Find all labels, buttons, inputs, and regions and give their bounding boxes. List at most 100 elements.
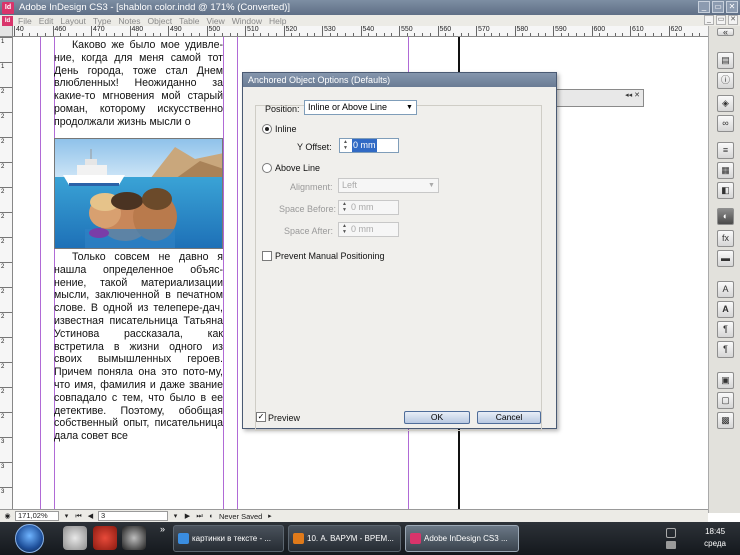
y-offset-value: 0 mm bbox=[352, 139, 377, 152]
horizontal-ruler[interactable]: 40 460 470 480 490 500 510 520 530 540 550 560 570 58… bbox=[13, 26, 708, 37]
ruler-origin[interactable] bbox=[0, 26, 13, 37]
ruler-major-tick bbox=[0, 187, 12, 188]
window-title-bar[interactable]: Id Adobe InDesign CS3 - [shablon color.i… bbox=[0, 0, 740, 15]
dialog-title[interactable]: Anchored Object Options (Defaults) bbox=[243, 73, 556, 87]
maximize-button[interactable]: ▭ bbox=[712, 1, 724, 13]
text-frame-bottom[interactable]: Только совсем не давно я нашла определен… bbox=[54, 251, 223, 443]
quicklaunch-power-icon[interactable] bbox=[93, 526, 117, 550]
last-page-icon[interactable]: ⏭ bbox=[195, 512, 204, 521]
space-before-label: Space Before: bbox=[279, 204, 337, 214]
zoom-field[interactable]: 171,02% bbox=[15, 511, 59, 521]
ruler-label: 2 bbox=[1, 114, 5, 120]
start-button[interactable] bbox=[15, 524, 44, 553]
body-paragraph: Только совсем не давно я нашла определен… bbox=[54, 251, 223, 443]
volume-icon[interactable] bbox=[666, 541, 676, 549]
info-panel-icon[interactable]: ⓘ bbox=[717, 72, 734, 89]
links-panel-icon[interactable]: ∞ bbox=[717, 115, 734, 132]
menu-view[interactable]: View bbox=[206, 16, 224, 26]
menu-bar: Id File Edit Layout Type Notes Object Ta… bbox=[0, 15, 740, 26]
doc-close-button[interactable]: ✕ bbox=[728, 15, 738, 25]
document-icon[interactable]: Id bbox=[2, 15, 13, 26]
layers-panel-icon[interactable]: ◈ bbox=[717, 95, 734, 112]
page-dropdown-icon[interactable]: ▾ bbox=[171, 512, 180, 521]
next-page-icon[interactable]: ▶ bbox=[183, 512, 192, 521]
zoom-dropdown-icon[interactable]: ▾ bbox=[62, 512, 71, 521]
y-offset-label: Y Offset: bbox=[297, 142, 332, 152]
paragraph-styles-icon[interactable]: ¶ bbox=[717, 341, 734, 358]
menu-notes[interactable]: Notes bbox=[118, 16, 140, 26]
ok-button[interactable]: OK bbox=[404, 411, 470, 424]
doc-restore-button[interactable]: ▭ bbox=[716, 15, 726, 25]
space-after-field[interactable]: ▲ ▼ 0 mm bbox=[338, 222, 399, 237]
menu-file[interactable]: File bbox=[18, 16, 32, 26]
close-button[interactable]: ✕ bbox=[726, 1, 738, 13]
character-panel-icon[interactable]: A bbox=[717, 281, 734, 298]
ruler-label: 590 bbox=[555, 26, 567, 33]
paragraph-panel-icon[interactable]: ¶ bbox=[717, 321, 734, 338]
swatches-panel-icon[interactable]: ▦ bbox=[717, 162, 734, 179]
fx-panel-icon[interactable]: fx bbox=[717, 230, 734, 247]
stepper-icon[interactable]: ▲ ▼ bbox=[340, 201, 349, 213]
preview-checkbox[interactable]: ✓ bbox=[256, 412, 266, 422]
space-before-field[interactable]: ▲ ▼ 0 mm bbox=[338, 200, 399, 215]
ruler-label: 2 bbox=[1, 164, 5, 170]
doc-minimize-button[interactable]: _ bbox=[704, 15, 714, 25]
status-bar: ◉ 171,02% ▾ ⏮ ◀ 3 ▾ ▶ ⏭ ◐ Never Saved ▸ bbox=[0, 509, 708, 522]
text-frame-top[interactable]: Каково же было мое удивле-ние, когда для… bbox=[54, 39, 223, 129]
menu-layout[interactable]: Layout bbox=[60, 16, 86, 26]
ruler-major-tick bbox=[0, 62, 12, 63]
position-select[interactable]: Inline or Above Line ▼ bbox=[304, 100, 417, 115]
quicklaunch-overflow[interactable]: » bbox=[160, 524, 165, 534]
inline-radio[interactable] bbox=[262, 124, 272, 134]
prevent-manual-positioning-checkbox[interactable] bbox=[262, 251, 272, 261]
anchored-photo[interactable] bbox=[54, 138, 223, 249]
pages-panel-icon[interactable]: ▤ bbox=[717, 52, 734, 69]
page-field[interactable]: 3 bbox=[98, 511, 168, 521]
anchored-object-options-dialog: Anchored Object Options (Defaults) Posit… bbox=[242, 72, 557, 431]
effects-panel-icon[interactable]: ◐ bbox=[717, 208, 734, 225]
system-clock[interactable]: 18:45 среда bbox=[704, 526, 726, 550]
taskbar-item-indesign[interactable]: Adobe InDesign CS3 ... bbox=[405, 525, 519, 552]
text-wrap-icon[interactable]: ▣ bbox=[717, 372, 734, 389]
network-icon[interactable] bbox=[666, 528, 676, 538]
stroke-panel-icon[interactable]: ≡ bbox=[717, 142, 734, 159]
ruler-label: 550 bbox=[401, 26, 413, 33]
vertical-ruler[interactable]: 1 1 2 2 2 2 2 2 2 2 2 2 2 2 2 2 3 3 3 bbox=[0, 37, 13, 509]
alignment-select[interactable]: Left ▼ bbox=[338, 178, 439, 193]
menu-window[interactable]: Window bbox=[232, 16, 262, 26]
cancel-button[interactable]: Cancel bbox=[477, 411, 541, 424]
color-panel-icon[interactable]: ◧ bbox=[717, 182, 734, 199]
ruler-label: 2 bbox=[1, 414, 5, 420]
floating-palette[interactable]: ◂◂ ✕ bbox=[556, 89, 644, 107]
stepper-icon[interactable]: ▲ ▼ bbox=[340, 223, 349, 235]
palette-controls[interactable]: ◂◂ ✕ bbox=[625, 91, 640, 99]
previous-page-icon[interactable]: ◀ bbox=[86, 512, 95, 521]
menu-table[interactable]: Table bbox=[179, 16, 199, 26]
ruler-major-tick bbox=[0, 112, 12, 113]
quicklaunch-bulb-icon[interactable] bbox=[63, 526, 87, 550]
taskbar-item-browser[interactable]: картинки в тексте - ... bbox=[173, 525, 284, 552]
margin-guide bbox=[237, 37, 238, 509]
collapse-dock-button[interactable]: « bbox=[717, 28, 734, 37]
ruler-major-tick bbox=[0, 87, 12, 88]
character-styles-icon[interactable]: 𝐀 bbox=[717, 301, 734, 318]
ruler-label: 2 bbox=[1, 389, 5, 395]
first-page-icon[interactable]: ⏮ bbox=[74, 512, 83, 521]
ruler-label: 580 bbox=[516, 26, 529, 33]
minimize-button[interactable]: _ bbox=[698, 1, 710, 13]
stepper-icon[interactable]: ▲ ▼ bbox=[341, 139, 350, 151]
menu-edit[interactable]: Edit bbox=[39, 16, 54, 26]
gradient-panel-icon[interactable]: ▬ bbox=[717, 250, 734, 267]
menu-help[interactable]: Help bbox=[269, 16, 286, 26]
status-menu-icon[interactable]: ▸ bbox=[265, 512, 274, 521]
object-styles-icon[interactable]: ▢ bbox=[717, 392, 734, 409]
menu-type[interactable]: Type bbox=[93, 16, 111, 26]
y-offset-field[interactable]: ▲ ▼ 0 mm bbox=[339, 138, 399, 153]
taskbar-item-player[interactable]: 10. А. ВАРУМ - ВРЕМ... bbox=[288, 525, 401, 552]
menu-object[interactable]: Object bbox=[148, 16, 173, 26]
pasteboard-icon[interactable]: ◉ bbox=[3, 512, 12, 521]
quicklaunch-media-icon[interactable] bbox=[122, 526, 146, 550]
table-panel-icon[interactable]: ▩ bbox=[717, 412, 734, 429]
ruler-major-tick bbox=[0, 237, 12, 238]
above-line-radio[interactable] bbox=[262, 163, 272, 173]
